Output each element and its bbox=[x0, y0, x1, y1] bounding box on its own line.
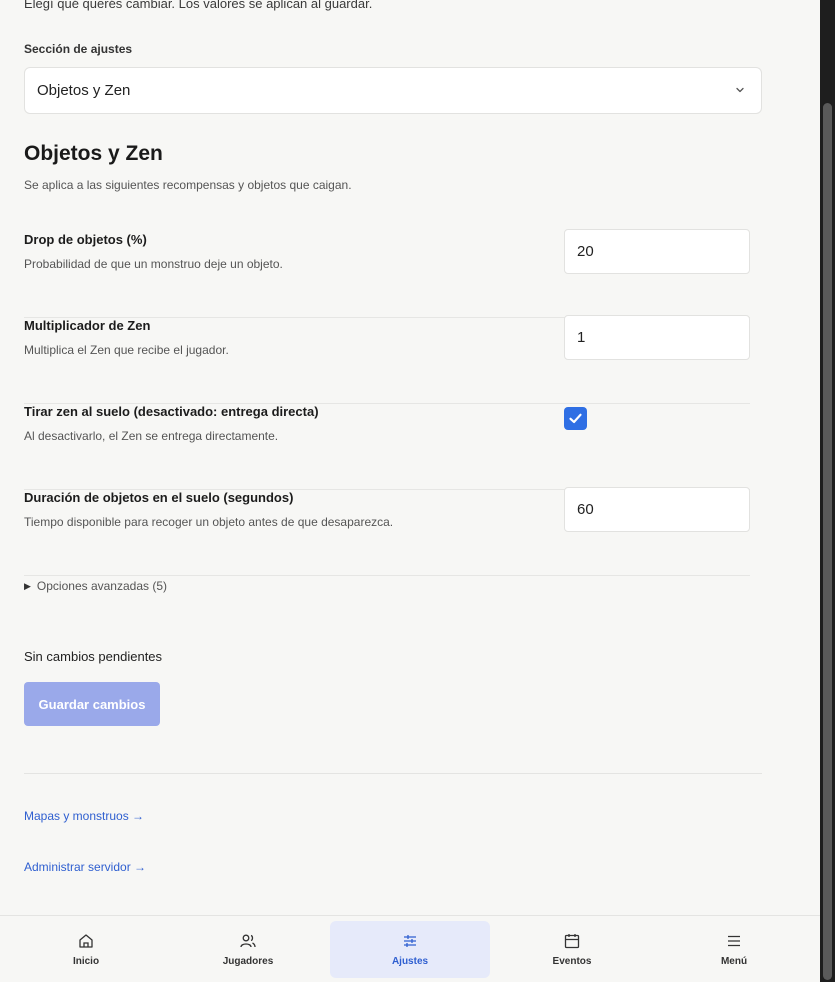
section-title: Objetos y Zen bbox=[24, 142, 163, 165]
section-select-value: Objetos y Zen bbox=[37, 82, 131, 99]
nav-label: Inicio bbox=[72, 956, 100, 967]
scrollbar-thumb[interactable] bbox=[823, 103, 832, 980]
nav-item-inicio[interactable]: Inicio bbox=[6, 921, 166, 978]
maps-monsters-link[interactable]: Mapas y monstruos → bbox=[24, 809, 144, 823]
calendar-icon bbox=[564, 934, 580, 949]
disclosure-triangle-icon: ▶ bbox=[24, 580, 31, 591]
setting-label: Duración de objetos en el suelo (segundo… bbox=[24, 490, 294, 505]
setting-label: Tirar zen al suelo (desactivado: entrega… bbox=[24, 404, 319, 419]
bottom-nav: Inicio Jugadores Ajustes Eventos Menú bbox=[0, 915, 820, 982]
pending-changes-status: Sin cambios pendientes bbox=[24, 649, 163, 664]
nav-label: Menú bbox=[720, 956, 748, 967]
nav-item-eventos[interactable]: Eventos bbox=[492, 921, 652, 978]
setting-row-drop-zen: Tirar zen al suelo (desactivado: entrega… bbox=[24, 404, 750, 490]
divider bbox=[24, 773, 762, 774]
advanced-options-toggle[interactable]: ▶ Opciones avanzadas (5) bbox=[24, 579, 167, 593]
checkmark-icon bbox=[569, 413, 582, 424]
setting-label: Drop de objetos (%) bbox=[24, 232, 147, 247]
home-icon bbox=[79, 934, 93, 948]
advanced-options-label: Opciones avanzadas (5) bbox=[36, 579, 167, 593]
users-icon bbox=[240, 934, 256, 948]
nav-label: Ajustes bbox=[391, 956, 429, 967]
section-description: Se aplica a las siguientes recompensas y… bbox=[24, 178, 352, 192]
nav-item-ajustes[interactable]: Ajustes bbox=[330, 921, 490, 978]
nav-item-menu[interactable]: Menú bbox=[654, 921, 814, 978]
setting-row-zen-multiplier: Multiplicador de Zen Multiplica el Zen q… bbox=[24, 315, 750, 404]
menu-icon bbox=[728, 935, 740, 947]
drop-zen-checkbox[interactable] bbox=[564, 407, 587, 430]
section-select-label: Sección de ajustes bbox=[24, 42, 133, 56]
item-duration-input[interactable] bbox=[564, 487, 750, 532]
setting-description: Tiempo disponible para recoger un objeto… bbox=[24, 515, 394, 529]
setting-row-item-duration: Duración de objetos en el suelo (segundo… bbox=[24, 487, 750, 576]
nav-label: Jugadores bbox=[222, 956, 274, 967]
sliders-icon bbox=[404, 935, 416, 947]
setting-description: Al desactivarlo, el Zen se entrega direc… bbox=[24, 429, 279, 443]
setting-label: Multiplicador de Zen bbox=[24, 318, 151, 333]
zen-multiplier-input[interactable] bbox=[564, 315, 750, 360]
manage-server-link[interactable]: Administrar servidor → bbox=[24, 860, 146, 874]
setting-row-item-drop: Drop de objetos (%) Probabilidad de que … bbox=[24, 229, 750, 318]
settings-page: Elegí qué querés cambiar. Los valores se… bbox=[0, 0, 820, 982]
nav-item-jugadores[interactable]: Jugadores bbox=[168, 921, 328, 978]
item-drop-input[interactable] bbox=[564, 229, 750, 274]
save-button[interactable]: Guardar cambios bbox=[24, 682, 160, 726]
section-select[interactable]: Objetos y Zen bbox=[24, 67, 762, 114]
chevron-down-icon bbox=[736, 87, 744, 93]
setting-description: Multiplica el Zen que recibe el jugador. bbox=[24, 343, 229, 357]
setting-description: Probabilidad de que un monstruo deje un … bbox=[24, 257, 283, 271]
intro-text: Elegí qué querés cambiar. Los valores se… bbox=[24, 0, 373, 11]
nav-label: Eventos bbox=[552, 956, 592, 967]
